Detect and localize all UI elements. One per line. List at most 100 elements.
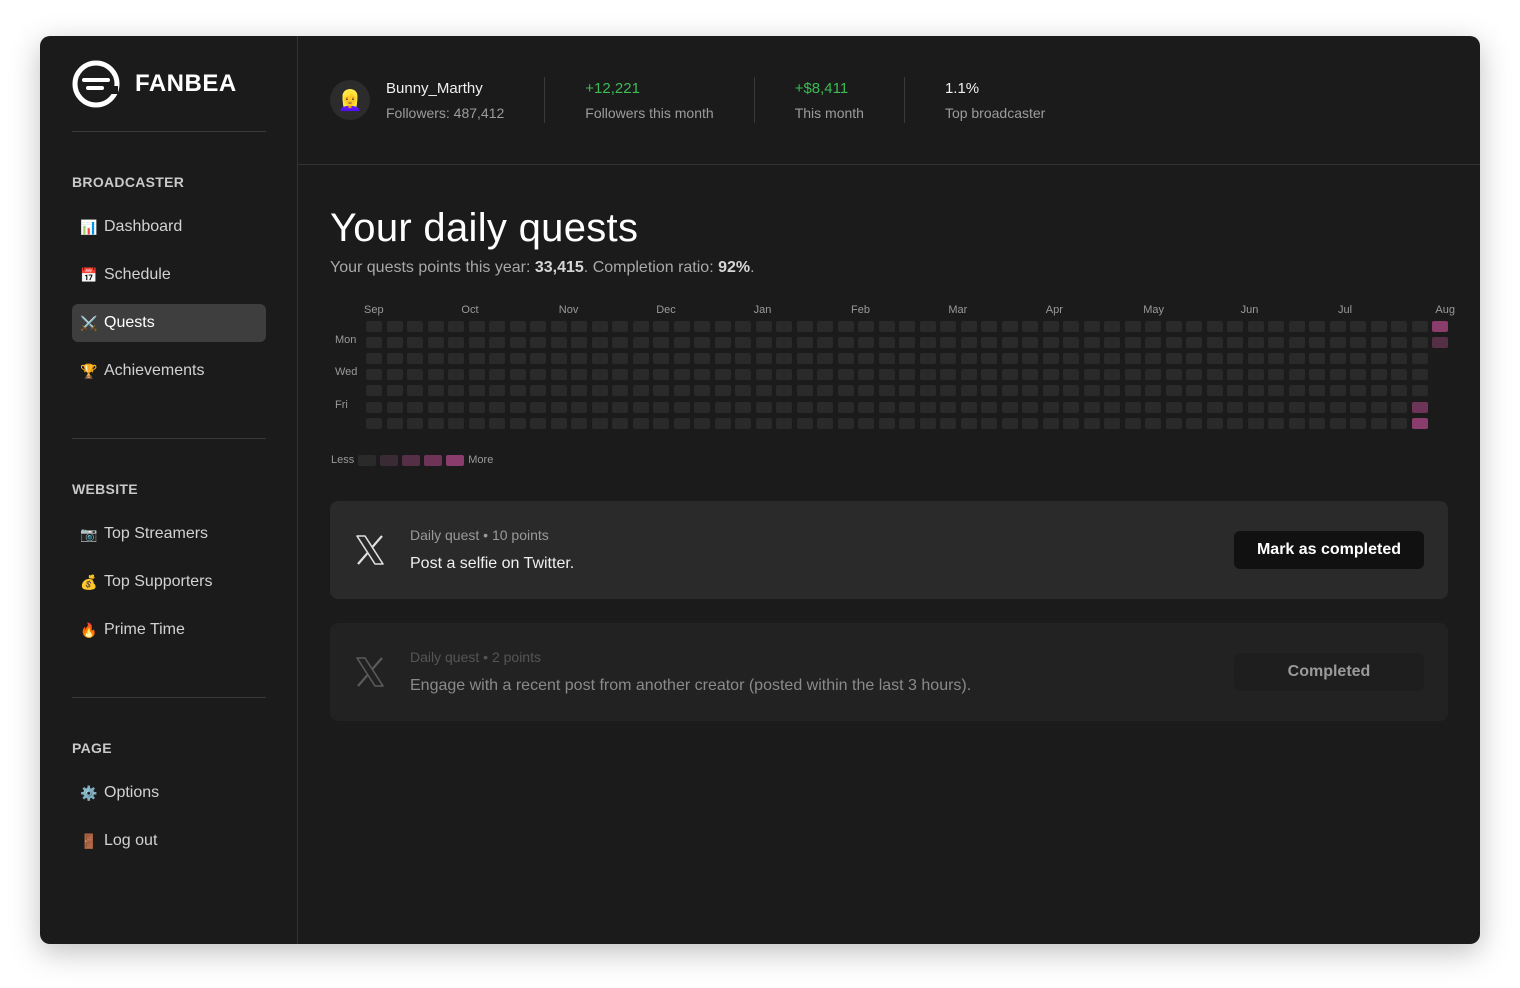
heatmap-cell[interactable]	[735, 353, 751, 365]
heatmap-cell[interactable]	[735, 417, 751, 429]
heatmap-cell[interactable]	[817, 353, 833, 365]
heatmap-cell[interactable]	[1370, 369, 1387, 381]
heatmap-cell[interactable]	[919, 401, 936, 413]
heatmap-cell[interactable]	[1411, 337, 1428, 349]
heatmap-cell[interactable]	[530, 385, 546, 397]
heatmap-cell[interactable]	[673, 321, 690, 332]
heatmap-cell[interactable]	[366, 337, 382, 349]
heatmap-cell[interactable]	[1309, 369, 1325, 381]
heatmap-cell[interactable]	[735, 369, 751, 381]
heatmap-cell[interactable]	[653, 337, 669, 349]
heatmap-cell[interactable]	[981, 385, 997, 397]
heatmap-cell[interactable]	[1350, 337, 1366, 349]
heatmap-cell[interactable]	[612, 337, 628, 349]
heatmap-cell[interactable]	[1206, 417, 1223, 429]
heatmap-cell[interactable]	[509, 353, 526, 365]
heatmap-cell[interactable]	[878, 417, 895, 429]
heatmap-cell[interactable]	[1247, 321, 1264, 332]
heatmap-cell[interactable]	[1165, 353, 1182, 365]
heatmap-cell[interactable]	[632, 337, 649, 349]
heatmap-cell[interactable]	[940, 369, 956, 381]
heatmap-cell[interactable]	[632, 369, 649, 381]
heatmap-cell[interactable]	[899, 321, 915, 332]
heatmap-cell[interactable]	[1104, 337, 1120, 349]
heatmap-cell[interactable]	[981, 321, 997, 332]
heatmap-cell[interactable]	[1329, 369, 1346, 381]
heatmap-cell[interactable]	[960, 385, 977, 397]
heatmap-cell[interactable]	[919, 369, 936, 381]
heatmap-cell[interactable]	[1022, 337, 1038, 349]
heatmap-cell[interactable]	[673, 353, 690, 365]
heatmap-cell[interactable]	[960, 337, 977, 349]
heatmap-cell[interactable]	[1124, 385, 1141, 397]
heatmap-cell[interactable]	[468, 401, 485, 413]
heatmap-cell[interactable]	[1350, 353, 1366, 365]
heatmap-cell[interactable]	[1165, 369, 1182, 381]
heatmap-cell[interactable]	[530, 401, 546, 413]
heatmap-cell[interactable]	[1001, 321, 1018, 332]
heatmap-cell[interactable]	[1186, 337, 1202, 349]
heatmap-cell[interactable]	[1309, 353, 1325, 365]
heatmap-cell[interactable]	[878, 369, 895, 381]
heatmap-cell[interactable]	[1391, 417, 1407, 429]
heatmap-cell[interactable]	[899, 353, 915, 365]
heatmap-cell[interactable]	[1083, 417, 1100, 429]
heatmap-cell[interactable]	[1227, 353, 1243, 365]
heatmap-cell[interactable]	[1309, 321, 1325, 332]
heatmap-cell[interactable]	[1022, 385, 1038, 397]
heatmap-cell[interactable]	[960, 353, 977, 365]
heatmap-cell[interactable]	[1288, 417, 1305, 429]
heatmap-cell[interactable]	[1124, 369, 1141, 381]
heatmap-cell[interactable]	[1001, 337, 1018, 349]
heatmap-cell[interactable]	[1350, 321, 1366, 332]
heatmap-cell[interactable]	[817, 385, 833, 397]
heatmap-cell[interactable]	[489, 321, 505, 332]
heatmap-cell[interactable]	[1391, 321, 1407, 332]
heatmap-cell[interactable]	[1104, 369, 1120, 381]
heatmap-cell[interactable]	[1227, 417, 1243, 429]
heatmap-cell[interactable]	[1227, 401, 1243, 413]
heatmap-cell[interactable]	[1063, 417, 1079, 429]
heatmap-cell[interactable]	[1145, 401, 1161, 413]
heatmap-cell[interactable]	[1042, 353, 1059, 365]
heatmap-cell[interactable]	[632, 417, 649, 429]
heatmap-cell[interactable]	[1001, 385, 1018, 397]
heatmap-cell[interactable]	[1104, 401, 1120, 413]
heatmap-cell[interactable]	[981, 401, 997, 413]
heatmap-cell[interactable]	[1145, 369, 1161, 381]
heatmap-cell[interactable]	[1022, 401, 1038, 413]
heatmap-cell[interactable]	[1165, 401, 1182, 413]
heatmap-cell[interactable]	[837, 353, 854, 365]
heatmap-cell[interactable]	[1124, 353, 1141, 365]
heatmap-cell[interactable]	[1104, 417, 1120, 429]
sidebar-item-top-supporters[interactable]: 💰 Top Supporters	[72, 563, 266, 601]
heatmap-cell[interactable]	[1206, 385, 1223, 397]
heatmap-cell[interactable]	[1022, 321, 1038, 332]
heatmap-cell[interactable]	[1350, 417, 1366, 429]
heatmap-cell[interactable]	[919, 321, 936, 332]
heatmap-cell[interactable]	[468, 369, 485, 381]
heatmap-cell[interactable]	[550, 353, 567, 365]
heatmap-cell[interactable]	[1288, 401, 1305, 413]
heatmap-cell[interactable]	[571, 385, 587, 397]
heatmap-cell[interactable]	[1063, 401, 1079, 413]
heatmap-cell[interactable]	[837, 337, 854, 349]
heatmap-cell[interactable]	[489, 401, 505, 413]
heatmap-cell[interactable]	[530, 321, 546, 332]
heatmap-cell[interactable]	[1063, 321, 1079, 332]
heatmap-cell[interactable]	[776, 385, 792, 397]
heatmap-cell[interactable]	[386, 385, 403, 397]
heatmap-cell[interactable]	[1145, 353, 1161, 365]
heatmap-cell[interactable]	[694, 417, 710, 429]
heatmap-cell[interactable]	[1227, 369, 1243, 381]
heatmap-cell[interactable]	[1206, 337, 1223, 349]
heatmap-cell[interactable]	[550, 401, 567, 413]
heatmap-cell[interactable]	[981, 417, 997, 429]
heatmap-cell[interactable]	[407, 417, 423, 429]
heatmap-cell[interactable]	[427, 353, 444, 365]
heatmap-cell[interactable]	[1145, 321, 1161, 332]
heatmap-cell[interactable]	[612, 321, 628, 332]
heatmap-cell[interactable]	[837, 417, 854, 429]
heatmap-cell[interactable]	[1042, 417, 1059, 429]
heatmap-cell[interactable]	[427, 369, 444, 381]
